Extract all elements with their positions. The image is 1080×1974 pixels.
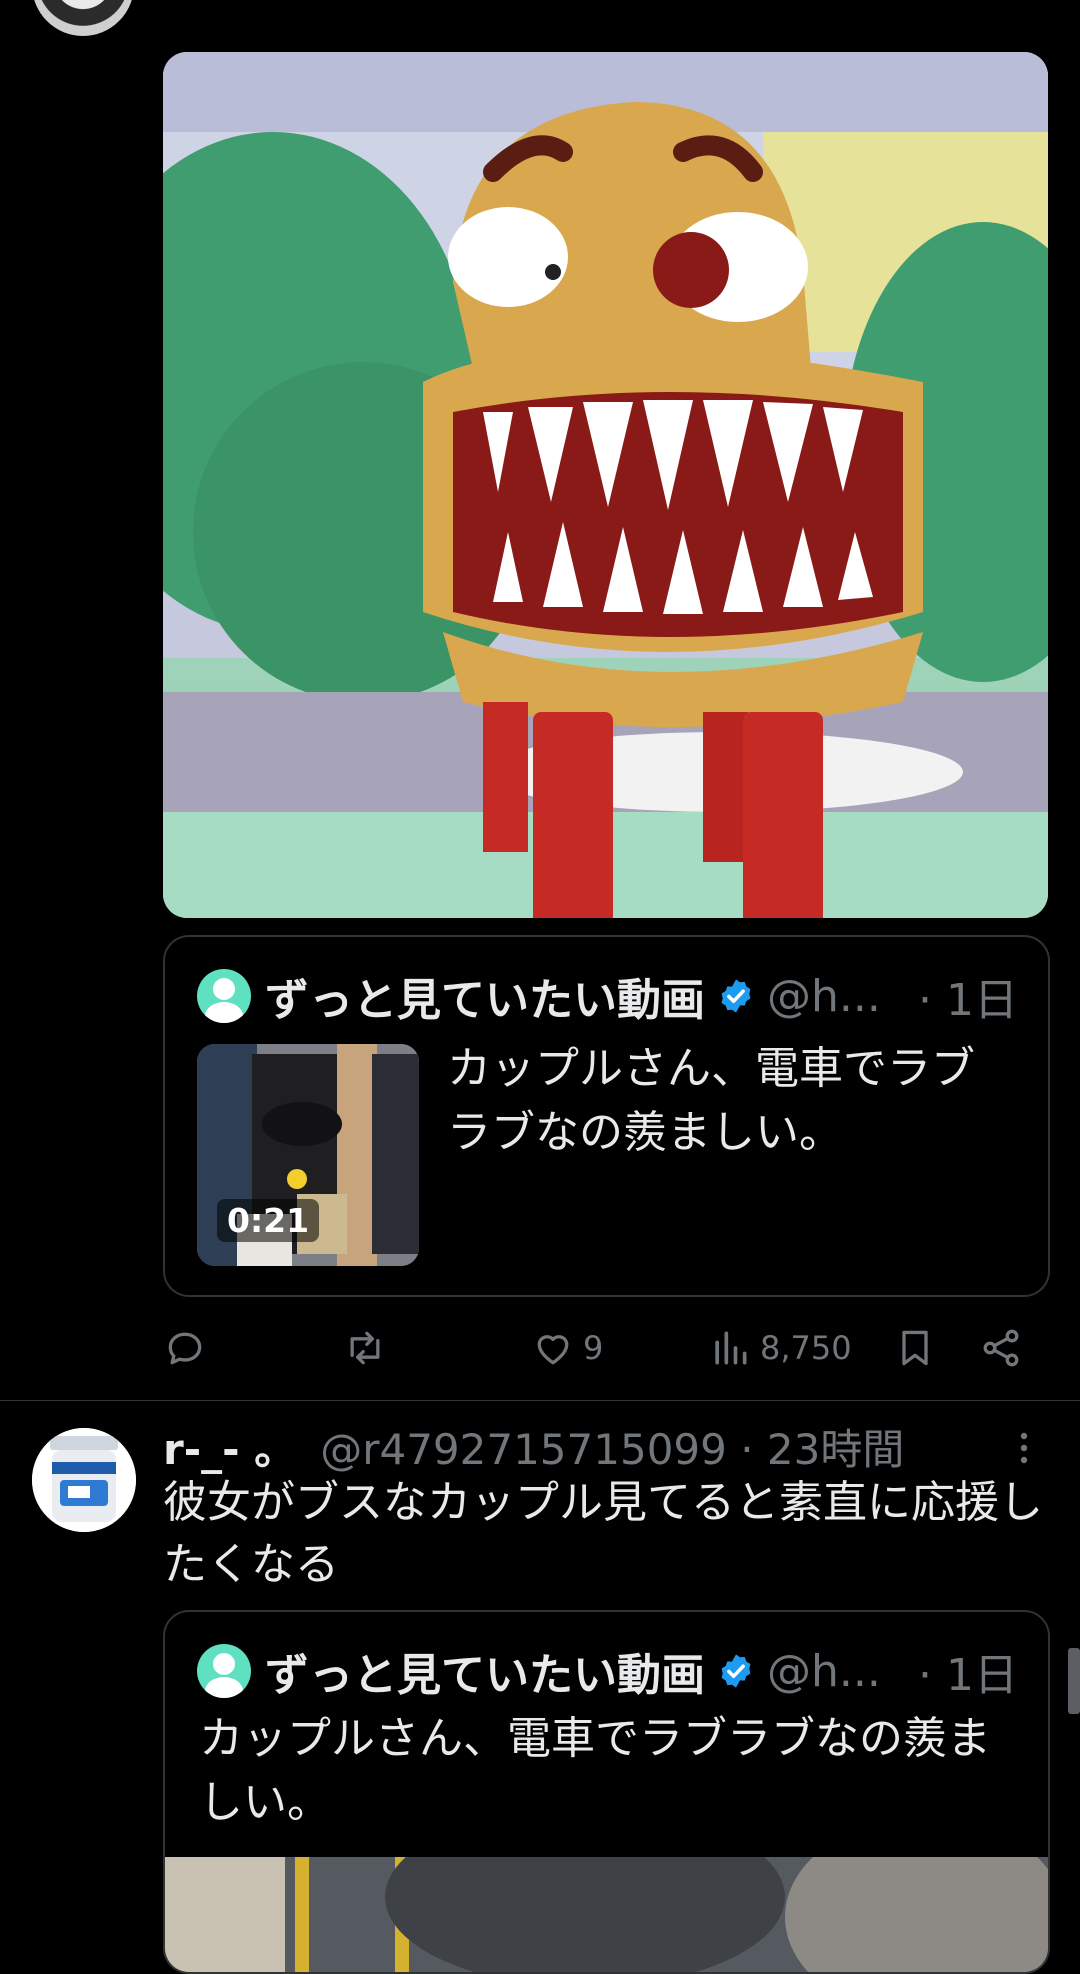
heart-icon [537, 1335, 569, 1365]
share-icon [983, 1329, 1019, 1367]
author-name[interactable]: r-_- 。 [163, 1416, 296, 1477]
video-duration-badge: 0:21 [217, 1199, 320, 1242]
view-count: 8,750 [760, 1329, 852, 1367]
quoted-author-handle[interactable]: @h... [767, 971, 881, 1022]
tweet-divider [0, 1400, 1080, 1401]
quoted-tweet-time[interactable]: · 1日 [918, 1639, 1018, 1703]
like-button[interactable]: 9 [531, 1318, 603, 1378]
avatar[interactable] [197, 969, 251, 1023]
views-icon [715, 1331, 747, 1365]
tweet-header: r-_- 。 @r4792715715099 · 23時間 [163, 1418, 1033, 1474]
quoted-tweet-text: カップルさん、電車でラブラブなの羨ましい。 [199, 1713, 991, 1828]
like-count: 9 [583, 1329, 604, 1367]
retweet-button[interactable] [343, 1318, 395, 1378]
bookmark-button[interactable] [893, 1318, 937, 1378]
tweet-text: 彼女がブスなカップル見てると素直に応援したくなる [163, 1477, 1043, 1590]
quoted-tweet-card[interactable]: ずっと見ていたい動画 @h... · 1日 0:21 カップルさん、電車でラブラ… [163, 935, 1050, 1297]
quoted-tweet-header: ずっと見ていたい動画 @h... · 1日 [197, 1639, 1018, 1703]
quoted-tweet-media[interactable] [165, 1857, 1048, 1972]
scrollbar-thumb[interactable] [1068, 1648, 1080, 1714]
avatar-image [32, 1428, 136, 1532]
tweet-media-image[interactable] [163, 52, 1048, 918]
quoted-tweet-header: ずっと見ていたい動画 @h... · 1日 [197, 964, 1018, 1028]
tweet-action-bar: 9 8,750 [163, 1318, 1048, 1378]
quoted-tweet-time[interactable]: · 1日 [918, 964, 1018, 1028]
avatar[interactable] [32, 0, 134, 36]
avatar[interactable] [32, 1428, 136, 1532]
verified-badge-icon [721, 1654, 751, 1688]
share-button[interactable] [979, 1318, 1023, 1378]
quoted-author-name[interactable]: ずっと見ていたい動画 [265, 964, 705, 1028]
quoted-tweet-card[interactable]: ずっと見ていたい動画 @h... · 1日 カップルさん、電車でラブラブなの羨ま… [163, 1610, 1050, 1974]
author-handle-time[interactable]: @r4792715715099 · 23時間 [320, 1416, 904, 1477]
more-icon[interactable] [1012, 1428, 1036, 1468]
plush-monster-image [163, 52, 1048, 918]
bookmark-icon [902, 1330, 928, 1366]
reply-button[interactable] [163, 1318, 215, 1378]
quoted-media-image [165, 1857, 1048, 1972]
views-button[interactable]: 8,750 [708, 1318, 852, 1378]
retweet-icon [350, 1331, 380, 1365]
quoted-author-handle[interactable]: @h... [767, 1646, 881, 1697]
reply-icon [168, 1332, 202, 1365]
avatar[interactable] [197, 1644, 251, 1698]
quoted-author-name[interactable]: ずっと見ていたい動画 [265, 1639, 705, 1703]
video-thumbnail[interactable]: 0:21 [197, 1044, 419, 1266]
quoted-tweet-text: カップルさん、電車でラブラブなの羨ましい。 [447, 1043, 975, 1158]
verified-badge-icon [721, 979, 751, 1013]
